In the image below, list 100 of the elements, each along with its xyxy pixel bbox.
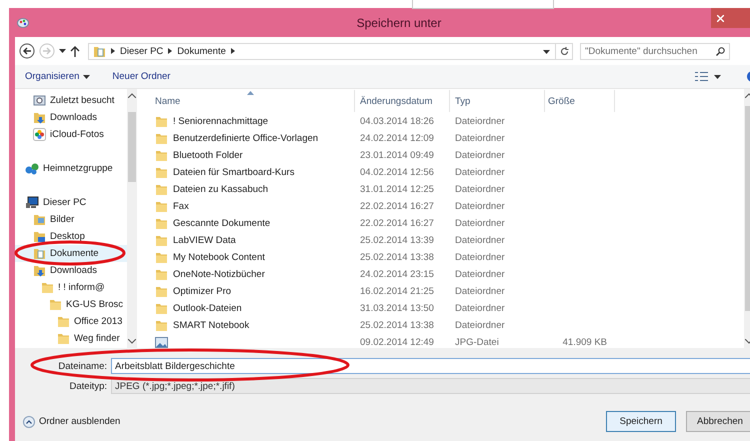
file-name[interactable]: Dateien für Smartboard-Kurs: [173, 167, 294, 178]
file-name[interactable]: ! Seniorennachmittage: [173, 116, 268, 127]
table-cell-text: Dateiordner: [454, 184, 506, 195]
table-cell-text: Dateiordner: [454, 201, 506, 212]
folder-icon: [155, 115, 168, 128]
file-name[interactable]: Gescannte Dokumente: [173, 218, 270, 229]
breadcrumb-item[interactable]: Dieser PC: [120, 46, 164, 56]
column-header[interactable]: Typ: [450, 90, 545, 112]
table-cell-text: 24.02.2014 12:09: [359, 133, 435, 144]
nav-item[interactable]: ! ! inform@: [15, 279, 127, 296]
file-name[interactable]: OneNote-Notizbücher: [173, 269, 265, 280]
table-cell-text: 16.02.2014 21:25: [359, 286, 435, 297]
nav-item[interactable]: KG-US Brosc: [15, 296, 127, 313]
file-name[interactable]: My Notebook Content: [173, 252, 265, 263]
organize-menu[interactable]: Organisieren: [25, 71, 90, 82]
chevron-icon: [168, 48, 172, 54]
nav-item[interactable]: Downloads: [15, 109, 127, 126]
window-title: Speichern unter: [356, 16, 442, 30]
chevron-icon: [111, 48, 115, 54]
dropdown-caret-icon: [543, 50, 550, 54]
caret-icon: [83, 74, 90, 78]
table-cell-text: 22.02.2014 16:27: [359, 201, 435, 212]
folder-icon: [155, 166, 168, 179]
refresh-button[interactable]: [556, 42, 573, 60]
scroll-up-icon[interactable]: [128, 93, 136, 98]
nav-item[interactable]: Heimnetzgruppe: [15, 160, 127, 177]
table-cell-text: Dateiordner: [454, 303, 506, 314]
nav-item[interactable]: Weg finder: [15, 330, 127, 347]
table-cell-text: 25.02.2014 13:38: [359, 252, 435, 263]
up-button[interactable]: [70, 46, 80, 56]
column-header[interactable]: Größe: [545, 90, 615, 112]
column-header[interactable]: Name: [140, 90, 355, 112]
new-folder-button[interactable]: Neuer Ordner: [112, 71, 170, 82]
nav-item[interactable]: Desktop: [15, 228, 127, 245]
cancel-button[interactable]: Abbrechen: [686, 411, 750, 432]
file-name[interactable]: Fax: [173, 201, 189, 212]
breadcrumb-item[interactable]: Dokumente: [177, 46, 226, 56]
scroll-thumb[interactable]: [128, 112, 136, 182]
history-dropdown[interactable]: [59, 49, 66, 53]
nav-item[interactable]: iCloud-Fotos: [15, 126, 127, 143]
back-button[interactable]: [19, 43, 35, 59]
chevron-icon: [230, 48, 235, 54]
folder-icon: [155, 217, 168, 230]
folder-document-icon: [93, 44, 106, 58]
nav-item[interactable]: Downloads: [15, 262, 127, 279]
folder-download-icon: [33, 264, 46, 277]
collapse-icon: [23, 416, 35, 428]
table-cell-text: Dateiordner: [454, 320, 506, 331]
nav-item[interactable]: Office 2013: [15, 313, 127, 330]
nav-item[interactable]: Zuletzt besucht: [15, 92, 127, 109]
table-cell-text: 04.03.2014 18:26: [359, 116, 435, 127]
file-name[interactable]: Benutzerdefinierte Office-Vorlagen: [173, 133, 318, 144]
close-button[interactable]: [711, 8, 750, 28]
table-cell-text: Dateiordner: [454, 150, 506, 161]
table-cell-text: Dateiordner: [454, 286, 506, 297]
table-cell-text: 09.02.2014 12:49: [359, 337, 435, 348]
folder-icon: [155, 200, 168, 213]
folder-icon: [155, 268, 168, 281]
table-cell-text: JPG-Datei: [454, 337, 500, 348]
folder-icon: [155, 319, 168, 332]
file-name[interactable]: LabVIEW Data: [173, 235, 236, 246]
folder-icon: [155, 285, 168, 298]
network-icon: [25, 162, 39, 175]
scroll-down-icon[interactable]: [128, 339, 136, 344]
folder-document-icon: [33, 247, 46, 260]
view-options-button[interactable]: [695, 72, 721, 81]
folder-icon: [57, 315, 70, 328]
file-name[interactable]: Outlook-Dateien: [173, 303, 242, 314]
filetype-dropdown[interactable]: JPEG (*.jpg;*.jpeg;*.jpe;*.jfif): [111, 378, 750, 394]
nav-item[interactable]: Bilder: [15, 211, 127, 228]
table-cell-text: 23.01.2014 09:49: [359, 150, 435, 161]
search-field[interactable]: "Dokumente" durchsuchen: [580, 42, 730, 60]
file-name[interactable]: Optimizer Pro: [173, 286, 232, 297]
folder-icon: [155, 183, 168, 196]
palette-icon: [17, 17, 29, 28]
folder-icon: [155, 132, 168, 145]
file-name[interactable]: Dateien zu Kassabuch: [173, 184, 268, 195]
file-name[interactable]: Bluetooth Folder: [173, 150, 243, 161]
table-cell-text: Dateiordner: [454, 269, 506, 280]
refresh-icon: [560, 46, 568, 56]
table-cell-text: Dateiordner: [454, 133, 506, 144]
table-cell-text: 31.03.2014 13:50: [359, 303, 435, 314]
table-cell-text: 22.02.2014 16:27: [359, 218, 435, 229]
folder-desktop-icon: [33, 230, 46, 243]
scrollbar[interactable]: [127, 89, 137, 348]
filename-field[interactable]: Arbeitsblatt Bildergeschichte: [111, 358, 750, 374]
field-label: Dateityp:: [68, 380, 108, 392]
close-icon: [717, 14, 724, 22]
hide-folders-button[interactable]: Ordner ausblenden: [23, 416, 120, 428]
file-name[interactable]: SMART Notebook: [173, 320, 250, 331]
save-button[interactable]: Speichern: [606, 411, 676, 432]
address-bar[interactable]: Dieser PC Dokumente: [88, 42, 556, 60]
column-header[interactable]: Änderungsdatum: [355, 90, 450, 112]
nav-item[interactable]: Dieser PC: [15, 194, 127, 211]
table-cell-text: Dateiordner: [454, 218, 506, 229]
table-cell-text: Dateiordner: [454, 116, 506, 127]
table-cell-text: 04.02.2014 12:56: [359, 167, 435, 178]
folder-download-icon: [33, 111, 46, 124]
field-label: Dateiname:: [57, 360, 108, 372]
flower-icon: [33, 128, 46, 141]
